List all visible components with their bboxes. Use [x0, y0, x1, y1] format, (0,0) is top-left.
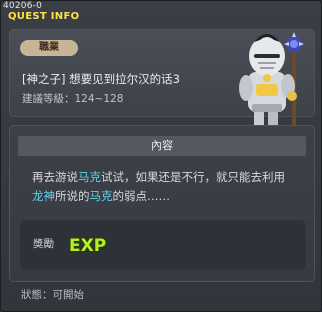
- reward-label: 獎勵: [33, 238, 54, 250]
- level-label: 建議等級：: [22, 93, 75, 105]
- npc-link-mark[interactable]: 马克: [90, 189, 113, 203]
- npc-link-mark[interactable]: 马克: [78, 170, 101, 184]
- quest-id: 40206-0: [3, 1, 43, 11]
- quest-info-window: 40206-0 QUEST INFO 職業 [神之子] 想要见到拉尔汉的话3 建…: [0, 0, 322, 312]
- job-badge: 職業: [20, 40, 78, 56]
- quest-content-panel: 內容 再去游说马克试试，如果还是不行，就只能去利用 龙神所说的马克的弱点…… 獎勵…: [9, 125, 315, 282]
- window-title: QUEST INFO: [8, 11, 80, 22]
- content-header: 內容: [18, 136, 306, 156]
- desc-text: 所说的: [55, 189, 90, 203]
- status-label: 狀態：: [21, 289, 53, 301]
- quest-description: 再去游说马克试试，如果还是不行，就只能去利用 龙神所说的马克的弱点……: [32, 168, 302, 206]
- desc-text: 的弱点……: [112, 189, 171, 203]
- level-range: 124~128: [74, 93, 124, 105]
- quest-recommended-level: 建議等級：124~128: [22, 91, 123, 106]
- exp-icon: EXP EXP: [68, 235, 108, 258]
- quest-header-panel: 職業 [神之子] 想要见到拉尔汉的话3 建議等級：124~128: [9, 29, 315, 137]
- desc-text: 再去游说: [32, 170, 78, 184]
- reward-box: 獎勵 EXP EXP: [20, 220, 306, 270]
- quest-name: [神之子] 想要见到拉尔汉的话3: [22, 72, 180, 86]
- exp-icon-text: EXP: [69, 236, 106, 256]
- quest-status: 狀態：可開始: [21, 287, 84, 302]
- status-value: 可開始: [52, 289, 85, 301]
- npc-link-dragon-god[interactable]: 龙神: [32, 189, 55, 203]
- desc-text: 试试，如果还是不行，就只能去利用: [101, 170, 285, 184]
